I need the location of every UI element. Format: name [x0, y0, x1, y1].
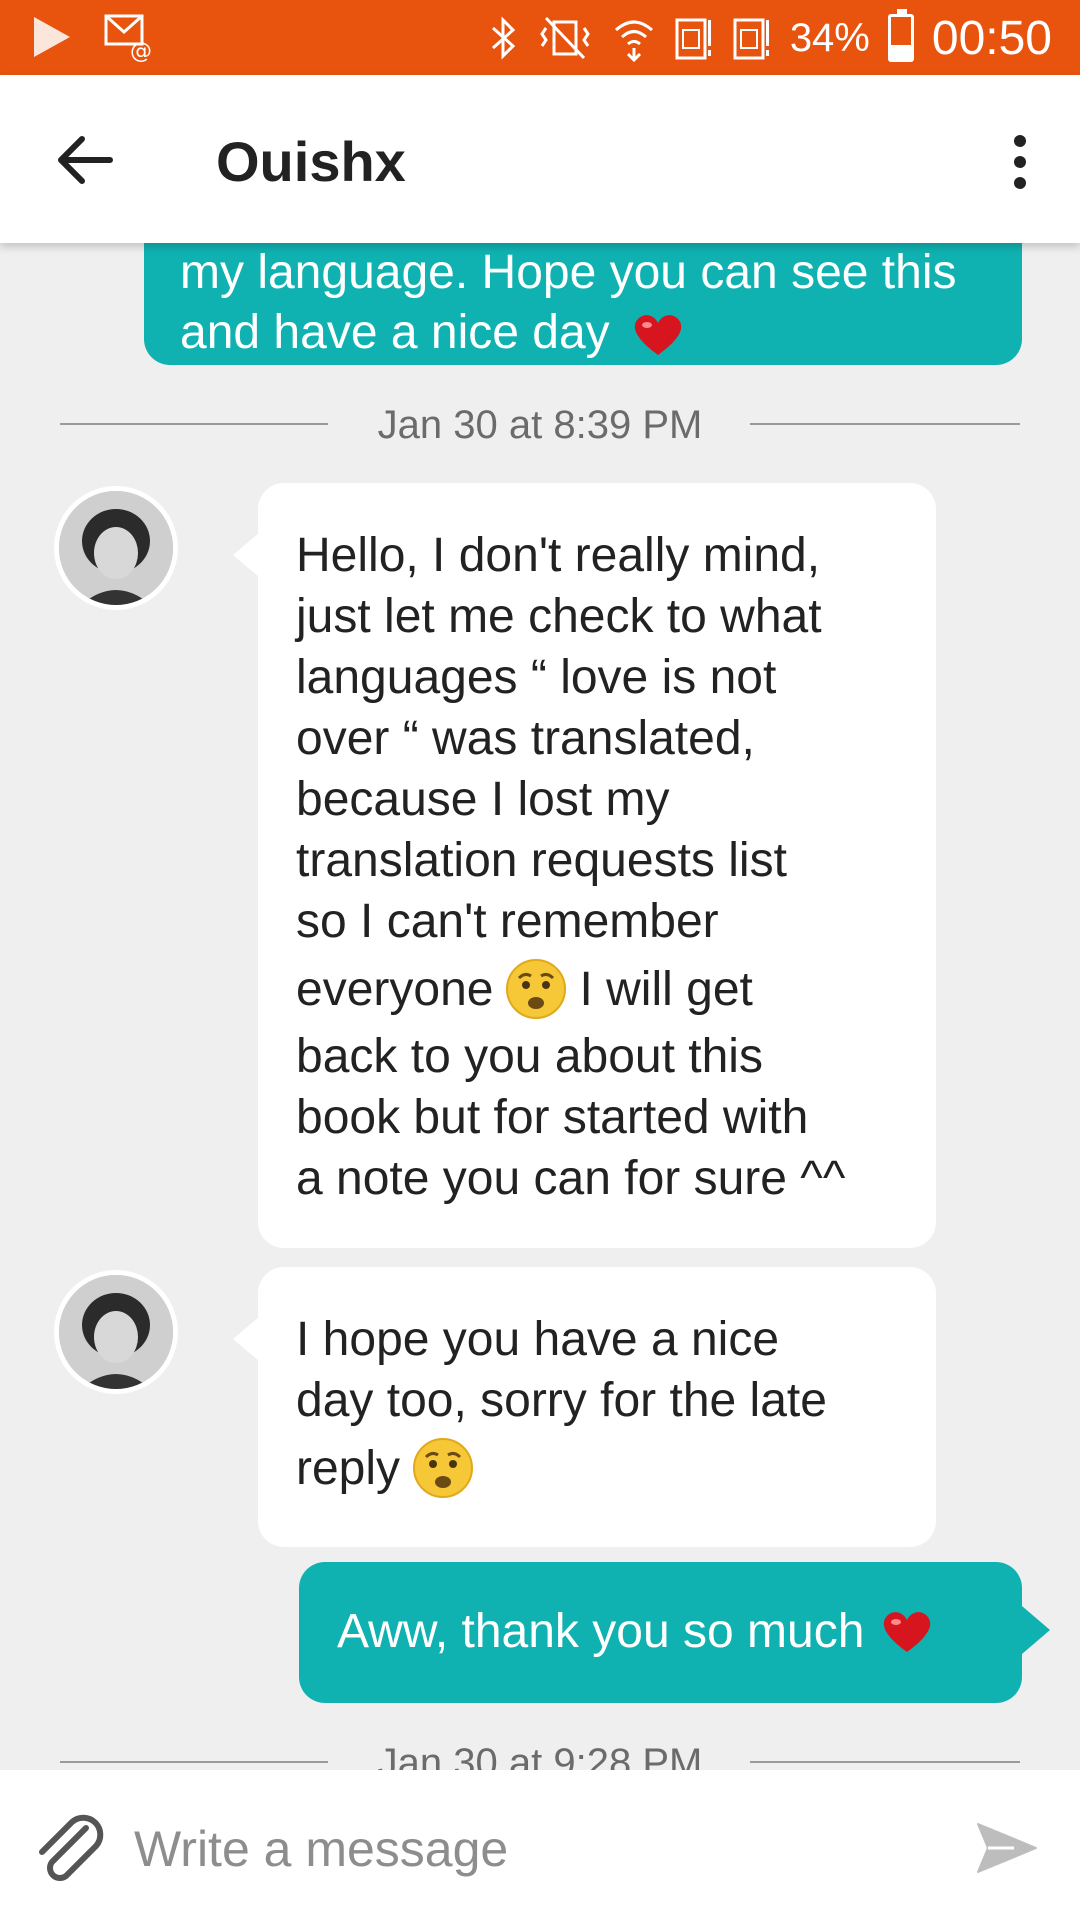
send-button[interactable] [974, 1818, 1040, 1878]
heart-emoji-icon [884, 1612, 931, 1652]
message-text: Aww, thank you so much [337, 1605, 865, 1658]
divider [750, 423, 1020, 425]
sim1-icon [675, 18, 711, 60]
message-line: book but for started with [296, 1091, 809, 1144]
divider [60, 1761, 328, 1763]
message-line: everyone [296, 962, 494, 1016]
incoming-message[interactable]: Hello, I don't really mind, just let me … [258, 483, 936, 1248]
mail-notification-icon: @ [104, 14, 152, 62]
heart-emoji-icon [634, 315, 682, 356]
sim2-icon [733, 18, 769, 60]
anxious-face-emoji-icon [413, 1438, 474, 1498]
battery-icon [887, 9, 914, 62]
avatar[interactable] [54, 1270, 178, 1394]
outgoing-message[interactable]: Aww, thank you so much [299, 1562, 1022, 1703]
message-line: just let me check to what [296, 590, 822, 643]
vibrate-icon [540, 16, 590, 60]
message-line: languages “ love is not [296, 651, 777, 704]
user-avatar-icon [59, 491, 173, 605]
divider [750, 1761, 1020, 1763]
bubble-tail [233, 533, 259, 577]
more-options-button[interactable] [1000, 127, 1040, 197]
message-line: reply [296, 1441, 401, 1495]
message-line: a note you can for sure ^^ [296, 1152, 846, 1205]
outgoing-message[interactable]: my language. Hope you can see this and h… [144, 243, 1022, 365]
message-line: I hope you have a nice [296, 1313, 780, 1366]
status-bar: @ 34% 00:50 [0, 0, 1080, 75]
message-list[interactable]: my language. Hope you can see this and h… [0, 243, 1080, 1770]
paperclip-icon [39, 1814, 104, 1881]
message-input[interactable] [132, 1808, 936, 1890]
wifi-icon [614, 20, 653, 62]
battery-percent: 34% [789, 15, 870, 60]
message-line: so I can't remember [296, 895, 719, 948]
back-button[interactable] [50, 125, 120, 195]
message-line: day too, sorry for the late [296, 1374, 827, 1427]
bubble-tail [1022, 1606, 1050, 1654]
incoming-message[interactable]: I hope you have a nice day too, sorry fo… [258, 1267, 936, 1547]
message-composer [0, 1770, 1080, 1920]
bluetooth-icon [491, 16, 515, 60]
avatar[interactable] [54, 486, 178, 610]
conversation-title: Ouishx [216, 130, 406, 193]
message-line: I will get [579, 962, 753, 1016]
bubble-tail [233, 1317, 259, 1361]
arrow-left-icon [58, 136, 113, 184]
anxious-face-emoji-icon [506, 959, 567, 1019]
message-line: translation requests list [296, 834, 787, 887]
message-line: because I lost my [296, 773, 670, 826]
send-icon [977, 1823, 1037, 1873]
message-text: my language. Hope you can see this and h… [180, 246, 957, 359]
message-line: Hello, I don't really mind, [296, 529, 821, 582]
message-line: over “ was translated, [296, 712, 755, 765]
play-icon [34, 17, 70, 57]
date-separator: Jan 30 at 9:28 PM [377, 1741, 703, 1770]
user-avatar-icon [59, 1275, 173, 1389]
more-vert-icon [1014, 135, 1026, 147]
app-bar: Ouishx [0, 75, 1080, 243]
date-separator: Jan 30 at 8:39 PM [377, 403, 703, 447]
divider [60, 423, 328, 425]
clock: 00:50 [931, 11, 1052, 65]
attach-button[interactable] [28, 1810, 108, 1890]
svg-text:@: @ [130, 39, 152, 62]
message-line: back to you about this [296, 1030, 763, 1083]
